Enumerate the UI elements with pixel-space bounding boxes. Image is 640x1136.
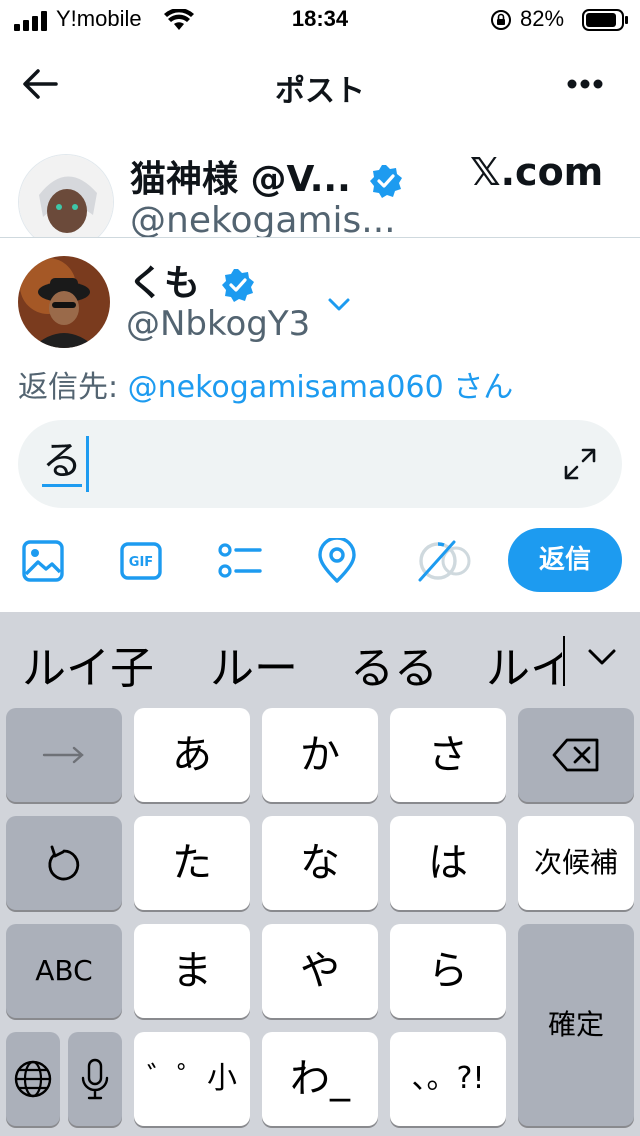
dakuten-key[interactable]: ゛゜小 [134, 1032, 250, 1126]
avatar-image [18, 256, 110, 348]
candidate-3[interactable]: るる [350, 632, 438, 696]
confirm-key[interactable]: 確定 [518, 924, 634, 1126]
microphone-icon [81, 1058, 109, 1100]
candidate-bar: ルイ子 ルー るる ルイ [0, 612, 640, 704]
key-ya[interactable]: や [262, 924, 378, 1018]
backspace-key[interactable] [518, 708, 634, 802]
original-author-name-text: 猫神様 @V... [130, 159, 351, 200]
poll-icon[interactable] [216, 538, 262, 584]
reply-text-input[interactable]: る [18, 420, 622, 508]
status-bar: Y!mobile 18:34 82% [0, 0, 640, 44]
reply-to-line[interactable]: 返信先: @nekogamisama060 さん [18, 362, 513, 406]
original-author-avatar[interactable] [18, 154, 114, 237]
battery-icon [582, 9, 628, 31]
globe-key[interactable] [6, 1032, 60, 1126]
expand-icon[interactable] [562, 446, 598, 482]
key-na[interactable]: な [262, 816, 378, 910]
chevron-down-icon[interactable] [324, 292, 354, 316]
key-ha[interactable]: は [390, 816, 506, 910]
key-sa[interactable]: さ [390, 708, 506, 802]
candidate-2[interactable]: ルー [210, 632, 298, 696]
user-display-name: くも [128, 254, 255, 306]
microphone-key[interactable] [68, 1032, 122, 1126]
reply-submit-button[interactable]: 返信 [508, 528, 622, 592]
undo-icon [48, 845, 80, 881]
key-ra[interactable]: ら [390, 924, 506, 1018]
candidate-4[interactable]: ルイ [486, 632, 562, 696]
delete-icon [552, 738, 599, 772]
gif-icon[interactable]: GIF [118, 538, 164, 584]
next-candidate-key[interactable]: 次候補 [518, 816, 634, 910]
arrow-right-icon [42, 746, 84, 764]
globe-icon [14, 1060, 52, 1098]
rotation-lock-icon [491, 10, 511, 30]
key-ka[interactable]: か [262, 708, 378, 802]
key-ma[interactable]: ま [134, 924, 250, 1018]
punctuation-key[interactable]: 、。?! [390, 1032, 506, 1126]
reply-to-mention[interactable]: @nekogamisama060 [128, 370, 444, 405]
verified-badge-icon [370, 165, 403, 198]
more-options-icon[interactable] [560, 64, 610, 104]
user-display-name-text: くも [128, 263, 201, 304]
key-wa[interactable]: わ_ [262, 1032, 378, 1126]
user-avatar[interactable] [18, 256, 110, 348]
next-key[interactable] [6, 708, 122, 802]
navigation-header: ポスト [0, 50, 640, 120]
key-ta[interactable]: た [134, 816, 250, 910]
verified-badge-icon [221, 269, 254, 302]
reply-composer: くも @NbkogY3 返信先: @nekogamisama060 さん る G… [0, 238, 640, 612]
reply-to-suffix: さん [443, 370, 514, 405]
image-icon[interactable] [20, 538, 66, 584]
original-author-handle: @nekogamis... [130, 200, 396, 238]
undo-key[interactable] [6, 816, 122, 910]
chevron-down-icon[interactable] [584, 642, 620, 672]
compose-toolbar: GIF 返信 [0, 528, 640, 592]
key-a[interactable]: あ [134, 708, 250, 802]
reply-text: る [42, 438, 82, 487]
reply-to-label: 返信先: [18, 370, 128, 405]
battery-percentage: 82% [520, 6, 565, 31]
text-caret [86, 436, 89, 492]
candidate-1[interactable]: ルイ子 [22, 632, 154, 696]
location-icon[interactable] [314, 538, 360, 584]
japanese-keyboard: ルイ子 ルー るる ルイ あ か さ た な は 次候補 ABC ま や ら 確… [0, 612, 640, 1136]
avatar-image [19, 155, 113, 237]
character-count-icon [418, 540, 471, 582]
abc-key[interactable]: ABC [6, 924, 122, 1018]
candidate-divider [563, 636, 565, 686]
watermark: 𝕏.com [470, 150, 604, 194]
original-post[interactable]: 猫神様 @V... @nekogamis... 𝕏.com [0, 140, 640, 238]
page-title: ポスト [275, 74, 365, 109]
user-handle: @NbkogY3 [126, 304, 311, 344]
original-author-name: 猫神様 @V... [130, 150, 403, 202]
gif-icon-label: GIF [129, 555, 153, 570]
